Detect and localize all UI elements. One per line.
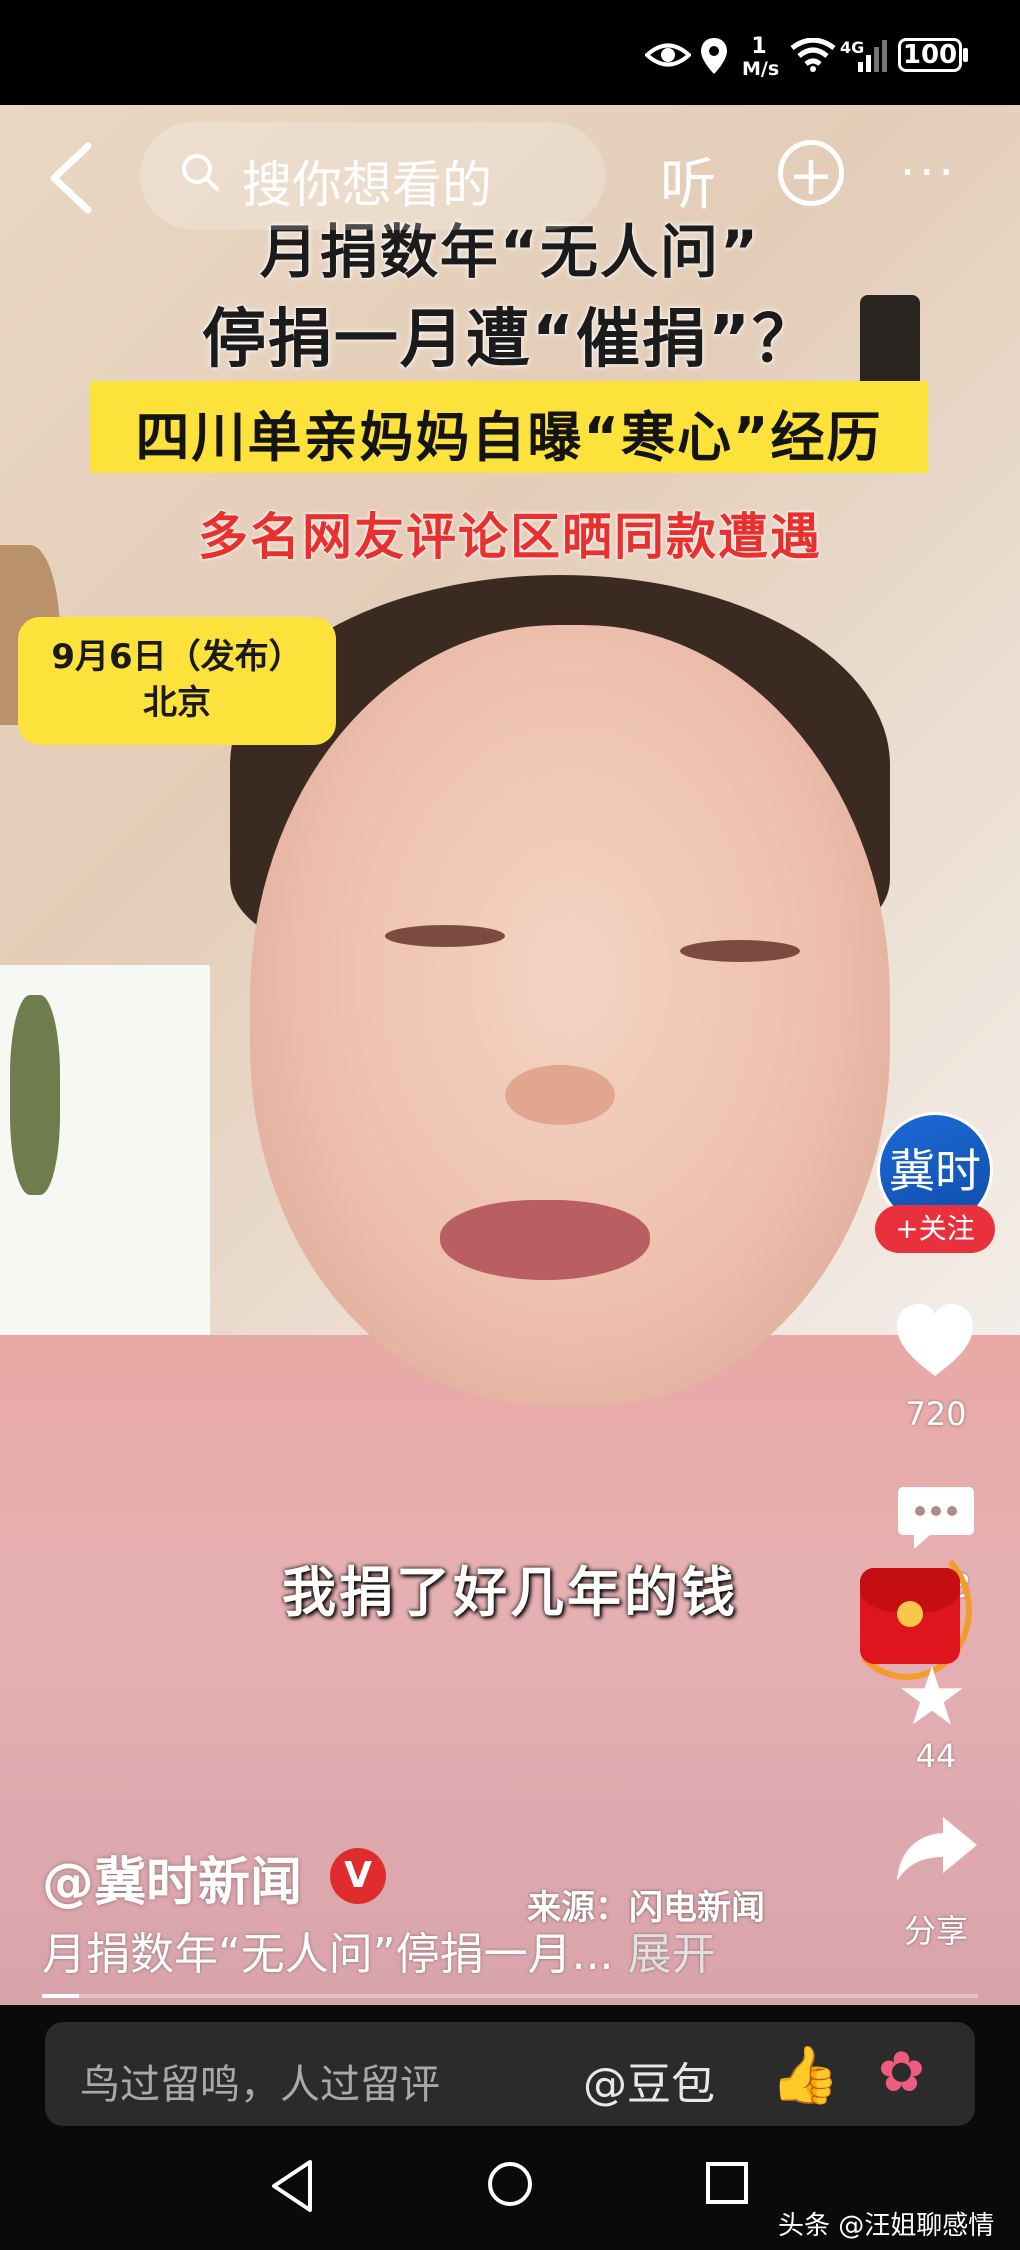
watermark: 头条 @汪姐聊感情 <box>778 2205 994 2242</box>
favorite-count: 44 <box>915 1737 957 1775</box>
nose <box>505 1065 615 1125</box>
expand-link[interactable]: 展开 <box>628 1929 716 1980</box>
favorite-icon[interactable]: ★ <box>896 1650 968 1743</box>
flower-icon[interactable]: ✿ <box>878 2040 925 2105</box>
author-name[interactable]: @冀时新闻 <box>42 1840 302 1915</box>
battery-indicator: 100 <box>898 38 962 72</box>
face <box>250 625 890 1405</box>
follow-button[interactable]: +关注 <box>875 1205 995 1253</box>
wifi-icon <box>790 38 836 72</box>
avatar-text: 冀时 <box>889 1144 981 1198</box>
red-packet-seal <box>897 1601 923 1627</box>
mention-doubao-button[interactable]: @豆包 <box>583 2048 715 2112</box>
progress-fill <box>42 1994 80 1998</box>
left-eye <box>385 925 505 947</box>
headline-banner: 四川单亲妈妈自曝“寒心”经历 <box>135 406 883 469</box>
verified-badge: V <box>330 1848 386 1904</box>
nav-recents-icon[interactable] <box>704 2160 750 2206</box>
battery-tip <box>963 48 968 62</box>
like-icon[interactable] <box>893 1300 977 1384</box>
mouth <box>440 1200 650 1280</box>
plus-icon: + <box>788 144 834 207</box>
plant <box>10 995 60 1195</box>
date-line: 9月6日（发布） <box>51 637 303 677</box>
date-badge-text: 9月6日（发布） 北京 <box>18 634 336 726</box>
like-count: 720 <box>905 1395 967 1433</box>
share-label[interactable]: 分享 <box>876 1906 996 1952</box>
search-input[interactable]: 搜你想看的 <box>242 145 492 217</box>
nav-back-icon[interactable] <box>268 2158 318 2214</box>
watermark-account: @汪姐聊感情 <box>838 2211 995 2241</box>
headline-red: 多名网友评论区晒同款遭遇 <box>198 508 822 566</box>
headline-line2: 停捐一月遭“催捐”？ <box>201 303 819 377</box>
watermark-platform: 头条 <box>778 2211 831 2241</box>
back-icon[interactable] <box>48 142 94 214</box>
status-bar: 1 M/s 4G 100 <box>0 0 1020 110</box>
add-button[interactable]: + <box>778 140 844 207</box>
network-speed: 1 M/s <box>742 34 780 81</box>
location-icon <box>701 38 727 74</box>
right-eye <box>680 940 800 962</box>
progress-track[interactable] <box>42 1994 978 1998</box>
post-description[interactable]: 月捐数年“无人问”停捐一月... 展开 <box>42 1918 716 1982</box>
signal-icon <box>858 40 887 72</box>
thumbs-up-icon[interactable]: 👍 <box>770 2042 840 2108</box>
eye-icon <box>645 43 691 67</box>
more-icon[interactable]: ··· <box>900 145 958 201</box>
share-icon[interactable] <box>893 1813 979 1885</box>
nav-home-icon[interactable] <box>486 2160 534 2208</box>
comment-placeholder: 鸟过留鸣，人过留评 <box>80 2062 440 2108</box>
description-text: 月捐数年“无人问”停捐一月... <box>42 1929 614 1980</box>
location-line: 北京 <box>143 683 211 723</box>
listen-button[interactable]: 听 <box>660 140 716 221</box>
search-icon <box>182 154 219 191</box>
